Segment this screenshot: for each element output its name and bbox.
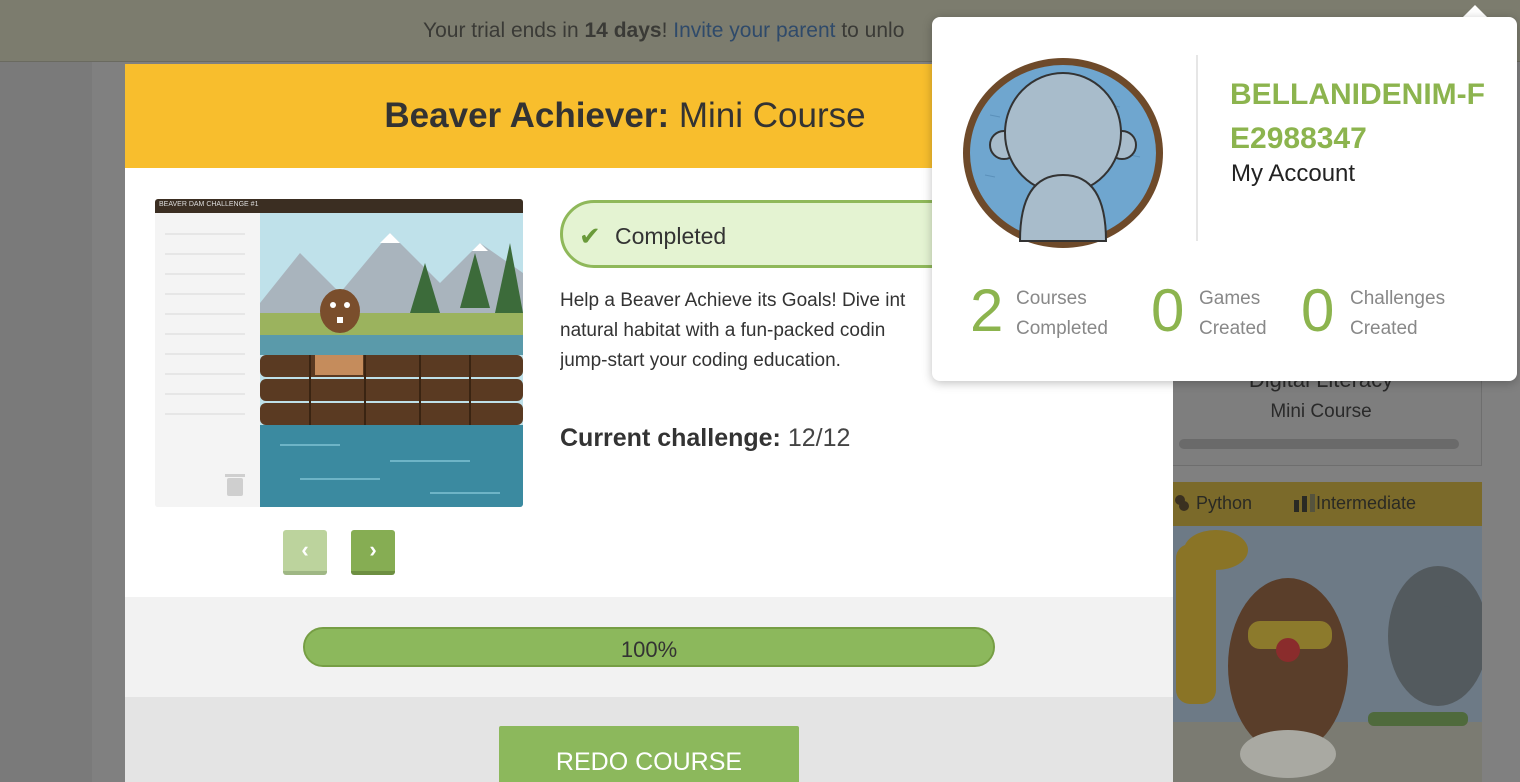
trial-suffix: to unlo [835, 19, 905, 42]
trial-prefix: Your trial ends in [423, 19, 585, 42]
modal-footer: REDO COURSE [125, 697, 1173, 782]
status-badge: ✔ Completed [560, 200, 980, 268]
status-label: Completed [615, 223, 727, 249]
stat-label-line: Created [1350, 318, 1418, 339]
background-card-progress [1179, 439, 1459, 449]
preview-code-pane [155, 213, 260, 507]
stat-label-line: Challenges [1350, 288, 1446, 309]
level-tag: Intermediate [1294, 493, 1416, 514]
description-line: Help a Beaver Achieve its Goals! Dive in… [560, 290, 906, 311]
modal-title-bold: Beaver Achiever: [384, 96, 670, 135]
preview-scene [260, 213, 523, 507]
stat-number: 2 [970, 277, 1004, 344]
beaver-icon [320, 289, 360, 333]
progress-percent: 100% [620, 637, 678, 662]
trial-message: Your trial ends in 14 days! Invite your … [423, 19, 904, 43]
trial-middle: ! [661, 19, 674, 42]
description-line: natural habitat with a fun-packed codin [560, 320, 886, 341]
my-account-link[interactable]: My Account [1231, 160, 1355, 188]
stat-number: 0 [1151, 277, 1185, 344]
python-label: Python [1196, 493, 1253, 513]
modal-title-light: Mini Course [678, 96, 866, 135]
course-description: Help a Beaver Achieve its Goals! Dive in… [560, 286, 940, 376]
username: BELLANIDENIM-FE2988347 [1230, 78, 1485, 155]
popover-divider [1196, 55, 1198, 241]
stat-label-line: Created [1199, 318, 1267, 339]
avatar[interactable] [960, 55, 1166, 251]
stat-label-line: Completed [1016, 318, 1108, 339]
chevron-right-icon: › [369, 537, 377, 562]
previous-button[interactable]: ‹ [283, 530, 327, 575]
python-tag: Python [1174, 493, 1252, 514]
stat-label: Challenges Created [1350, 284, 1445, 344]
background-card-artwork [1168, 526, 1482, 782]
redo-course-label: REDO COURSE [555, 748, 743, 776]
background-card-header: Python Intermediate [1168, 482, 1482, 526]
chevron-left-icon: ‹ [301, 537, 309, 562]
current-challenge: Current challenge: 12/12 [560, 424, 850, 453]
current-challenge-value: 12/12 [787, 424, 851, 452]
description-line: jump-start your coding education. [560, 350, 841, 371]
level-bars-icon [1294, 494, 1315, 512]
preview-caption: BEAVER DAM CHALLENGE #1 [159, 201, 259, 208]
python-icon [1174, 494, 1190, 512]
course-progress-bar: 100% [303, 627, 995, 667]
trial-days: 14 days [584, 19, 662, 42]
next-button[interactable]: › [351, 530, 395, 575]
current-challenge-label: Current challenge: [560, 424, 781, 452]
checkmark-icon: ✔ [579, 221, 601, 251]
stat-number: 0 [1301, 277, 1335, 344]
background-card-subtitle: Mini Course [1270, 401, 1372, 422]
invite-parent-link[interactable]: Invite your parent [673, 19, 835, 42]
background-python-card[interactable]: Python Intermediate [1168, 482, 1482, 782]
progress-section: 100% [125, 597, 1173, 697]
level-label: Intermediate [1316, 493, 1417, 513]
challenge-preview-image: BEAVER DAM CHALLENGE #1 [155, 199, 523, 507]
stat-label: Games Created [1199, 284, 1267, 344]
background-left-strip [0, 62, 92, 782]
stat-label-line: Games [1199, 288, 1261, 309]
preview-topbar: BEAVER DAM CHALLENGE #1 [155, 199, 523, 213]
stat-label: Courses Completed [1016, 284, 1108, 344]
stat-label-line: Courses [1016, 288, 1087, 309]
redo-course-button[interactable]: REDO COURSE [499, 726, 799, 782]
account-popover: BELLANIDENIM-FE2988347 My Account 2 Cour… [932, 17, 1517, 381]
